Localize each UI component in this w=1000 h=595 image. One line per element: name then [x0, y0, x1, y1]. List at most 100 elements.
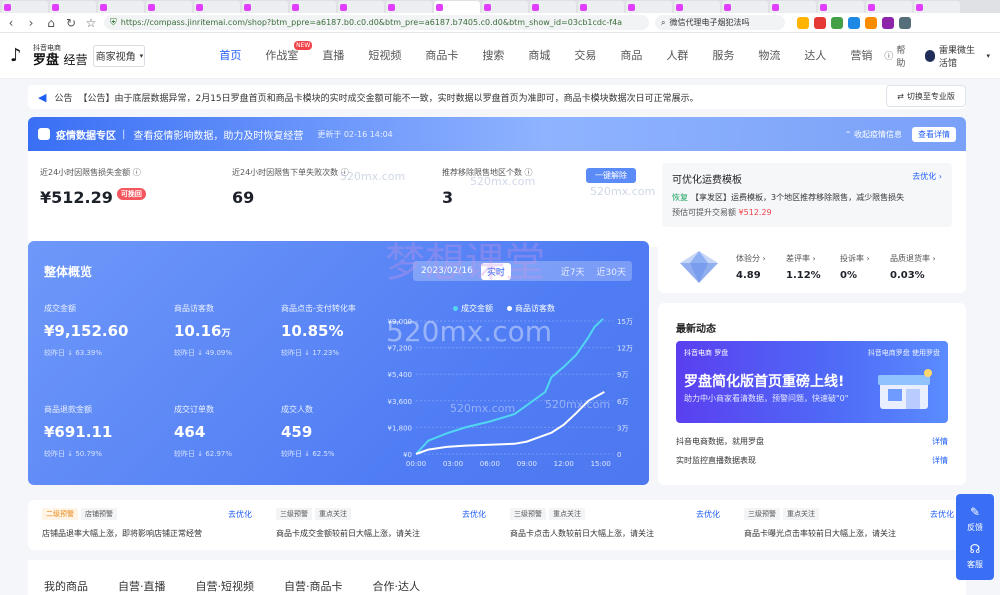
recoverable-badge: 可挽回	[116, 188, 146, 200]
browser-search-box[interactable]: ⌕ 微信代理电子烟犯法吗	[655, 15, 785, 30]
browser-tab[interactable]	[722, 1, 768, 13]
browser-tab[interactable]	[770, 1, 816, 13]
top-navigation: ♪ 抖音电商 罗盘 经营 商家视角 ▾ 首页 作战室 NEW 直播 短视频 商品卡 搜索 商城…	[0, 33, 1000, 79]
bottom-tab[interactable]: 自营·短视频	[196, 578, 255, 595]
y-left-tick-label: ¥1,800	[388, 424, 413, 432]
browser-tab[interactable]	[194, 1, 240, 13]
nav-item[interactable]: 商品卡	[413, 33, 470, 79]
alert-item[interactable]: 三级预警 重点关注 去优化 商品卡曝光点击率较前日大幅上涨，请关注	[744, 508, 964, 539]
freight-template-card: 可优化运费模板 去优化 › 恢复 【享发区】运费模板，3个地区推荐移除限售，减少限…	[662, 163, 952, 227]
extension-icon[interactable]	[797, 16, 809, 29]
browser-tab[interactable]	[386, 1, 432, 13]
banner-tag: 抖音电商罗盘 使用罗盘	[867, 349, 940, 357]
epidemic-header: 疫情数据专区 | 查看疫情影响数据，助力及时恢复经营 更新于 02-16 14:…	[28, 117, 966, 151]
extension-icon[interactable]	[899, 16, 911, 29]
news-item[interactable]: 抖音电商数据，就用罗盘 详情	[676, 436, 948, 447]
browser-tab[interactable]	[674, 1, 720, 13]
browser-tab[interactable]	[290, 1, 336, 13]
nav-item[interactable]: 商城	[516, 33, 562, 79]
nav-item[interactable]: 交易	[562, 33, 608, 79]
news-banner[interactable]: 抖音电商 罗盘 抖音电商罗盘 使用罗盘 罗盘简化版首页重磅上线! 助力中小商家看…	[676, 341, 948, 423]
browser-tab[interactable]	[242, 1, 288, 13]
extension-icon[interactable]	[848, 16, 860, 29]
browser-tab[interactable]	[626, 1, 672, 13]
details-link[interactable]: 详情	[932, 455, 948, 466]
browser-tab[interactable]	[914, 1, 960, 13]
nav-item[interactable]: 搜索	[470, 33, 516, 79]
alert-type-badge: 重点关注	[549, 508, 585, 520]
alert-item[interactable]: 二级预警 店铺预警 去优化 店铺品退率大幅上涨，即将影响店铺正常经营	[42, 508, 262, 539]
address-bar[interactable]: ⛨ https://compass.jinritemai.com/shop?bt…	[104, 15, 649, 30]
nav-item[interactable]: 商品	[608, 33, 654, 79]
browser-tab[interactable]	[530, 1, 576, 13]
optimize-link[interactable]: 去优化	[462, 509, 486, 520]
tab-favicon-icon	[820, 3, 827, 11]
forward-icon[interactable]: ›	[24, 13, 38, 33]
info-icon[interactable]: ⓘ	[133, 168, 141, 177]
nav-item[interactable]: 营销	[838, 33, 884, 79]
shop-score-item[interactable]: 品质退货率 › 0.03%	[890, 253, 936, 281]
shop-score-item[interactable]: 投诉率 › 0%	[840, 253, 870, 281]
extension-icon[interactable]	[831, 16, 843, 29]
kpi-value: ¥512.29	[40, 188, 113, 207]
nav-item[interactable]: 首页	[207, 33, 253, 79]
view-details-button[interactable]: 查看详情	[912, 126, 956, 142]
news-item[interactable]: 实时监控直播数据表现 详情	[676, 455, 948, 466]
nav-item[interactable]: 短视频	[356, 33, 413, 79]
bottom-tab[interactable]: 我的商品	[44, 578, 88, 595]
logo[interactable]: ♪ 抖音电商 罗盘 经营	[10, 44, 93, 67]
extension-icon[interactable]	[865, 16, 877, 29]
info-icon[interactable]: ⓘ	[525, 168, 533, 177]
series-line-0[interactable]	[415, 318, 604, 455]
browser-tab[interactable]	[146, 1, 192, 13]
alert-item[interactable]: 三级预警 重点关注 去优化 商品卡成交金额较前日大幅上涨，请关注	[276, 508, 496, 539]
extension-icon[interactable]	[882, 16, 894, 29]
back-icon[interactable]: ‹	[4, 13, 18, 33]
nav-item[interactable]: 物流	[746, 33, 792, 79]
one-click-unlock-button[interactable]: 一键解除	[586, 168, 636, 183]
bottom-tab[interactable]: 自营·商品卡	[284, 578, 343, 595]
alert-item[interactable]: 三级预警 重点关注 去优化 商品卡点击人数较前日大幅上涨，请关注	[510, 508, 730, 539]
details-link[interactable]: 详情	[932, 436, 948, 447]
browser-tab[interactable]	[2, 1, 48, 13]
browser-tab[interactable]	[98, 1, 144, 13]
extension-icon[interactable]	[814, 16, 826, 29]
nav-item[interactable]: 人群	[654, 33, 700, 79]
optimize-link[interactable]: 去优化 ›	[912, 171, 942, 182]
collapse-button[interactable]: ⌃ 收起疫情信息	[845, 129, 902, 140]
browser-tab[interactable]	[482, 1, 528, 13]
bookmark-icon[interactable]: ☆	[84, 13, 98, 33]
announcement-text[interactable]: 【公告】由于底层数据异常，2月15日罗盘首页和商品卡模块的实时成交金额可能不一致…	[78, 91, 698, 104]
bottom-tab[interactable]: 自营·直播	[118, 578, 166, 595]
browser-tab[interactable]	[50, 1, 96, 13]
feedback-button[interactable]: ✎ 反馈	[967, 505, 983, 533]
nav-item[interactable]: 服务	[700, 33, 746, 79]
browser-tab[interactable]	[338, 1, 384, 13]
optimize-link[interactable]: 去优化	[930, 509, 954, 520]
tiktok-icon: ♪	[10, 44, 22, 66]
shop-score-item[interactable]: 差评率 › 1.12%	[786, 253, 821, 281]
view-selector[interactable]: 商家视角 ▾	[93, 44, 146, 67]
switch-icon: ⇄	[897, 91, 904, 101]
customer-service-button[interactable]: ☊ 客服	[967, 542, 983, 570]
help-button[interactable]: ⓘ 帮助	[884, 43, 909, 69]
shop-score-item[interactable]: 体验分 › 4.89	[736, 253, 766, 281]
nav-item[interactable]: 作战室 NEW	[253, 33, 313, 79]
browser-tab[interactable]	[818, 1, 864, 13]
y-right-tick-label: 12万	[617, 345, 633, 353]
reload-icon[interactable]: ↻	[64, 13, 78, 33]
kpi-value: 3	[442, 188, 454, 207]
optimize-link[interactable]: 去优化	[228, 509, 252, 520]
nav-item[interactable]: 直播	[310, 33, 356, 79]
switch-pro-button[interactable]: ⇄ 切换至专业版	[886, 85, 966, 107]
browser-tab[interactable]	[578, 1, 624, 13]
optimize-link[interactable]: 去优化	[696, 509, 720, 520]
home-icon[interactable]: ⌂	[44, 13, 58, 33]
nav-item[interactable]: 达人	[792, 33, 838, 79]
browser-tab[interactable]	[434, 1, 480, 13]
info-icon[interactable]: ⓘ	[341, 168, 349, 177]
status-badge: 恢复	[672, 193, 688, 202]
user-menu[interactable]: 雷果微生活馆 ▾	[925, 43, 990, 69]
browser-tab[interactable]	[866, 1, 912, 13]
bottom-tab[interactable]: 合作·达人	[373, 578, 421, 595]
